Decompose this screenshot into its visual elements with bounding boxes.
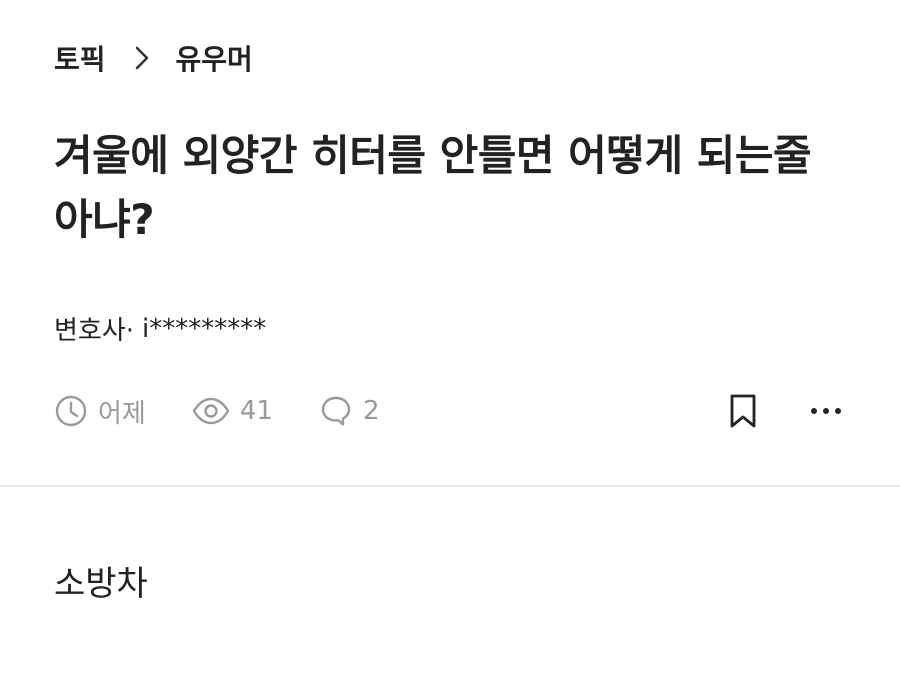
breadcrumb: 토픽 유우머 — [54, 38, 253, 78]
author-info: 변호사· i********* — [54, 310, 266, 347]
chevron-right-icon — [134, 45, 150, 71]
post-time-text: 어제 — [98, 398, 146, 429]
eye-icon — [192, 397, 230, 425]
post-title: 겨울에 외양간 히터를 안틀면 어떻게 되는줄 아냐? — [54, 131, 812, 244]
bookmark-button[interactable] — [728, 393, 758, 429]
post-comments[interactable]: 2 — [319, 394, 380, 428]
more-button[interactable] — [810, 407, 842, 415]
author-company: 변호사· — [54, 316, 135, 346]
post-views: 41 — [192, 394, 273, 428]
post-comments-count: 2 — [362, 396, 380, 426]
more-horizontal-icon — [811, 408, 841, 414]
author-id[interactable]: i********* — [142, 314, 266, 344]
breadcrumb-topic-link[interactable]: 토픽 — [54, 38, 106, 78]
post-meta: 어제 41 2 — [54, 390, 379, 432]
breadcrumb-category-link[interactable]: 유우머 — [176, 38, 253, 78]
post-time: 어제 — [54, 393, 146, 430]
post-views-count: 41 — [239, 396, 273, 426]
bookmark-icon — [730, 394, 756, 428]
clock-icon — [55, 395, 87, 427]
post-body: 소방차 — [54, 564, 148, 604]
post-actions — [728, 388, 842, 434]
divider — [0, 485, 900, 487]
comment-icon — [321, 396, 351, 426]
